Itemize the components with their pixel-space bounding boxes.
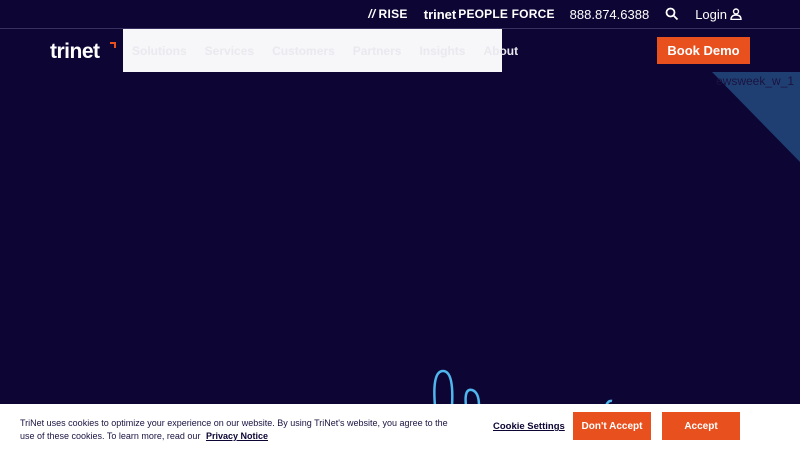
logo-mark-icon	[110, 42, 116, 48]
broken-image-alt-text: ewsweek_w_1	[716, 74, 795, 88]
main-nav: Solutions Services Customers Partners In…	[123, 29, 518, 72]
nav-solutions[interactable]: Solutions	[132, 44, 187, 58]
rise-link[interactable]: // RISE	[368, 7, 408, 21]
people-force-link[interactable]: trinet PEOPLE FORCE	[424, 7, 555, 22]
people-force-label: PEOPLE FORCE	[458, 7, 555, 21]
book-demo-button[interactable]: Book Demo	[657, 37, 750, 64]
page: // RISE trinet PEOPLE FORCE 888.874.6388…	[0, 0, 800, 450]
rise-label: RISE	[378, 7, 408, 21]
nav-services[interactable]: Services	[205, 44, 254, 58]
cookie-banner: TriNet uses cookies to optimize your exp…	[0, 404, 800, 450]
phone-link[interactable]: 888.874.6388	[570, 7, 650, 22]
trinet-logo[interactable]: trinet	[50, 40, 100, 64]
login-link[interactable]: Login	[695, 7, 742, 22]
cookie-settings-link[interactable]: Cookie Settings	[493, 421, 565, 432]
cookie-message: TriNet uses cookies to optimize your exp…	[20, 417, 450, 442]
search-icon[interactable]	[665, 7, 679, 21]
user-icon	[730, 8, 742, 20]
nav-customers[interactable]: Customers	[272, 44, 335, 58]
utility-bar: // RISE trinet PEOPLE FORCE 888.874.6388…	[0, 0, 800, 28]
rise-icon: //	[368, 7, 376, 21]
nav-about[interactable]: About	[483, 44, 518, 58]
nav-partners[interactable]: Partners	[353, 44, 402, 58]
accept-button[interactable]: Accept	[662, 412, 740, 440]
login-label: Login	[695, 6, 727, 22]
people-force-brand: trinet	[423, 6, 457, 22]
decorative-squiggle	[433, 369, 613, 406]
dont-accept-button[interactable]: Don't Accept	[573, 412, 651, 440]
privacy-notice-link[interactable]: Privacy Notice	[206, 431, 268, 441]
nav-insights[interactable]: Insights	[419, 44, 465, 58]
